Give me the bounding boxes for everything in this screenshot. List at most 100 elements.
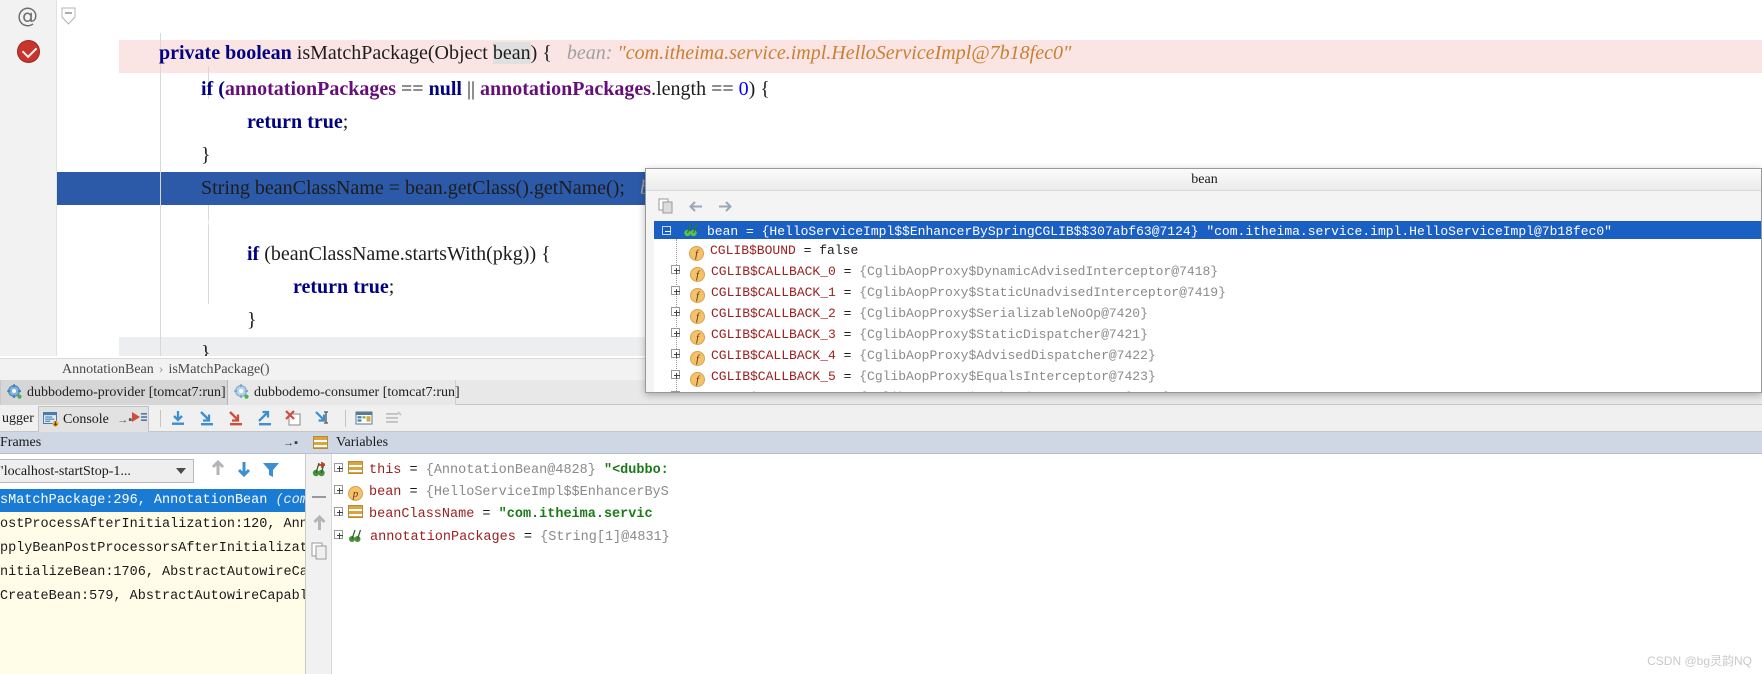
breadcrumb-class[interactable]: AnnotationBean bbox=[62, 362, 154, 377]
frame-row-4[interactable]: CreateBean:579, AbstractAutowireCapableB… bbox=[0, 585, 306, 608]
field-icon: f bbox=[690, 309, 705, 324]
popup-row-callback-2[interactable]: f CGLIB$CALLBACK_2 = {CglibAopProxy$Seria… bbox=[654, 305, 1761, 324]
collapse-toggle-icon[interactable] bbox=[662, 226, 671, 235]
gear-icon bbox=[7, 384, 22, 399]
popup-row-cglib-bound[interactable]: f CGLIB$BOUND = false bbox=[654, 242, 1761, 261]
variable-equals: = bbox=[474, 507, 499, 522]
popup-var-value: {CglibAopProxy$AdvisedDispatcher@7422} bbox=[859, 348, 1156, 363]
expand-toggle-icon[interactable] bbox=[334, 530, 343, 539]
navigate-forward-icon[interactable] bbox=[716, 198, 734, 215]
popup-row-callback-6[interactable]: fCGLIB$CALLBACK_6 = {CglibAopProxy$HashC… bbox=[654, 389, 1761, 392]
toolbar-separator bbox=[160, 410, 161, 427]
variable-row-annotationpackages[interactable]: annotationPackages = {String[1]@4831} bbox=[334, 526, 670, 548]
popup-row-callback-0[interactable]: f CGLIB$CALLBACK_0 = {CglibAopProxy$Dynam… bbox=[654, 263, 1761, 282]
force-step-into-icon[interactable] bbox=[227, 410, 245, 428]
expand-toggle-icon[interactable] bbox=[671, 265, 680, 274]
popup-variable-tree[interactable]: bean = {HelloServiceImpl$$EnhancerBySpri… bbox=[654, 221, 1761, 392]
field-icon: f bbox=[690, 267, 705, 282]
array-icon bbox=[348, 529, 364, 543]
popup-var-value: {HelloServiceImpl$$EnhancerBySpringCGLIB… bbox=[761, 224, 1199, 239]
move-up-icon[interactable] bbox=[310, 514, 329, 533]
copy-value-icon[interactable] bbox=[310, 541, 329, 560]
run-tab-provider[interactable]: dubbodemo-provider [tomcat7:run] bbox=[0, 380, 228, 405]
gear-icon bbox=[234, 384, 249, 399]
popup-var-value: {CglibAopProxy$EqualsInterceptor@7423} bbox=[859, 369, 1156, 384]
debugger-tab[interactable]: ugger bbox=[0, 405, 34, 432]
variable-row-beanclassname[interactable]: beanClassName = "com.itheima.servic bbox=[334, 504, 653, 526]
variable-name: beanClassName bbox=[369, 507, 475, 522]
panel-divider[interactable] bbox=[305, 454, 306, 674]
expand-toggle-icon[interactable] bbox=[334, 485, 343, 494]
frame-up-icon[interactable] bbox=[206, 457, 230, 483]
code-line-1[interactable]: private boolean isMatchPackage(Object be… bbox=[119, 4, 1762, 64]
fold-marker-icon[interactable] bbox=[61, 7, 76, 25]
expand-toggle-icon[interactable] bbox=[334, 463, 343, 472]
expand-toggle-icon[interactable] bbox=[671, 370, 680, 379]
row-gutter-selected bbox=[57, 172, 119, 205]
filter-icon[interactable] bbox=[259, 457, 283, 483]
expand-toggle-icon[interactable] bbox=[671, 286, 680, 295]
popup-row-callback-4[interactable]: f CGLIB$CALLBACK_4 = {CglibAopProxy$Advis… bbox=[654, 347, 1761, 366]
thread-selector-dropdown[interactable]: "localhost-startStop-1... bbox=[0, 459, 194, 483]
popup-var-value: {CglibAopProxy$SerializableNoOp@7420} bbox=[859, 306, 1148, 321]
drop-frame-icon[interactable] bbox=[285, 410, 303, 428]
copy-value-icon[interactable] bbox=[658, 198, 676, 215]
variables-header-label: Variables bbox=[336, 435, 389, 450]
evaluate-expression-icon[interactable] bbox=[355, 410, 373, 428]
popup-row-bean[interactable]: bean = {HelloServiceImpl$$EnhancerBySpri… bbox=[654, 221, 1761, 239]
code-line-2[interactable]: if (annotationPackages == null || annota… bbox=[119, 40, 1762, 100]
step-over-icon[interactable] bbox=[169, 410, 187, 428]
navigate-back-icon[interactable] bbox=[687, 198, 705, 215]
frame-row-3[interactable]: nitializeBean:1706, AbstractAutowireCapa… bbox=[0, 561, 306, 584]
debugger-toolbar: ugger Console →▪ bbox=[0, 405, 1762, 432]
remove-watch-icon[interactable] bbox=[310, 487, 329, 506]
expand-toggle-icon[interactable] bbox=[671, 391, 680, 392]
expand-toggle-icon[interactable] bbox=[671, 328, 680, 337]
frames-list[interactable]: sMatchPackage:296, AnnotationBean (com.a… bbox=[0, 489, 306, 674]
bean-inspector-popup: bean bean = {HelloServiceImpl$$EnhancerB… bbox=[645, 168, 1762, 393]
popup-row-callback-5[interactable]: f CGLIB$CALLBACK_5 = {CglibAopProxy$Equal… bbox=[654, 368, 1761, 387]
variable-row-bean[interactable]: p bean = {HelloServiceImpl$$EnhancerByS bbox=[334, 482, 669, 504]
popup-row-callback-1[interactable]: f CGLIB$CALLBACK_1 = {CglibAopProxy$Stati… bbox=[654, 284, 1761, 303]
frame-package: (com.alib bbox=[275, 493, 306, 508]
run-to-cursor-icon[interactable] bbox=[314, 410, 332, 428]
variables-icon bbox=[313, 436, 328, 449]
breakpoint-verified-icon[interactable] bbox=[17, 40, 40, 63]
expand-toggle-icon[interactable] bbox=[671, 349, 680, 358]
frame-method: sMatchPackage:296, AnnotationBean bbox=[0, 493, 276, 508]
popup-var-name: CGLIB$CALLBACK_6 bbox=[711, 390, 836, 392]
frame-row-0[interactable]: sMatchPackage:296, AnnotationBean (com.a… bbox=[0, 489, 306, 512]
expand-toggle-icon[interactable] bbox=[671, 307, 680, 316]
frame-row-1[interactable]: ostProcessAfterInitialization:120, Annot… bbox=[0, 513, 306, 536]
thread-selector-value: "localhost-startStop-1... bbox=[0, 464, 131, 479]
breadcrumb-method[interactable]: isMatchPackage() bbox=[168, 362, 269, 377]
breadcrumb-separator-icon: › bbox=[158, 362, 164, 377]
frame-method: CreateBean:579, AbstractAutowireCapableB… bbox=[0, 589, 306, 604]
editor-gutter[interactable]: @ bbox=[0, 0, 57, 356]
step-out-icon[interactable] bbox=[256, 410, 274, 428]
popup-var-value: {CglibAopProxy$HashCodeInterceptor@7424} bbox=[859, 390, 1171, 392]
add-watch-icon[interactable] bbox=[310, 460, 329, 479]
code-line-3[interactable]: return true; bbox=[119, 73, 1762, 133]
run-tab-consumer[interactable]: dubbodemo-consumer [tomcat7:run] bbox=[228, 380, 460, 405]
expand-toggle-icon[interactable] bbox=[334, 507, 343, 516]
field-icon: f bbox=[690, 288, 705, 303]
show-execution-point-icon[interactable] bbox=[130, 410, 148, 428]
variable-value: {String[1]@4831} bbox=[540, 530, 670, 545]
frame-down-icon[interactable] bbox=[232, 457, 256, 483]
step-into-icon[interactable] bbox=[198, 410, 216, 428]
frames-pin-icon[interactable]: →▪ bbox=[283, 432, 298, 454]
popup-var-name: CGLIB$BOUND bbox=[710, 243, 796, 258]
popup-var-equals: = bbox=[795, 243, 820, 258]
variable-value: "com.itheima.servic bbox=[498, 507, 653, 522]
popup-row-callback-3[interactable]: f CGLIB$CALLBACK_3 = {CglibAopProxy$Stati… bbox=[654, 326, 1761, 345]
code-line-4[interactable]: } bbox=[119, 106, 1762, 166]
variable-row-this[interactable]: this = {AnnotationBean@4828} "<dubbo: bbox=[334, 460, 669, 482]
run-tab-consumer-label: dubbodemo-consumer [tomcat7:run] bbox=[254, 385, 460, 400]
popup-toolbar bbox=[646, 191, 1761, 221]
frame-row-2[interactable]: pplyBeanPostProcessorsAfterInitializatio… bbox=[0, 537, 306, 560]
chevron-down-icon[interactable] bbox=[176, 468, 186, 474]
popup-var-string: "com.itheima.service.impl.HelloServiceIm… bbox=[1206, 224, 1612, 239]
mute-breakpoints-icon[interactable] bbox=[384, 410, 402, 428]
variable-name: annotationPackages bbox=[370, 530, 516, 545]
